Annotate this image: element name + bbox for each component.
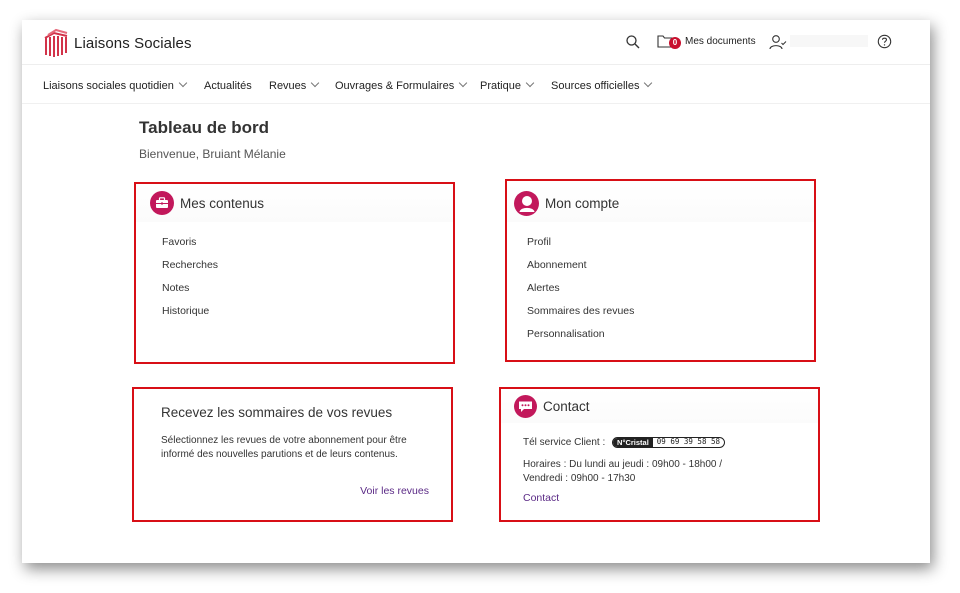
documents-label: Mes documents	[685, 35, 756, 47]
voir-les-revues-link[interactable]: Voir les revues	[360, 485, 429, 497]
link-abonnement[interactable]: Abonnement	[527, 259, 634, 282]
briefcase-icon	[150, 191, 174, 215]
hours-line-1: Horaires : Du lundi au jeudi : 09h00 - 1…	[523, 459, 723, 470]
link-notes[interactable]: Notes	[162, 282, 218, 305]
nav-item-sources-officielles[interactable]: Sources officielles	[551, 78, 653, 92]
nav-label: Sources officielles	[551, 80, 640, 92]
card-title: Mes contenus	[180, 195, 265, 211]
link-sommaires-des-revues[interactable]: Sommaires des revues	[527, 305, 634, 328]
link-favoris[interactable]: Favoris	[162, 236, 218, 259]
chevron-down-icon	[525, 78, 535, 88]
link-alertes[interactable]: Alertes	[527, 282, 634, 305]
top-header: Liaisons Sociales 0 Mes documents	[22, 20, 930, 65]
chat-bubble-icon	[514, 394, 537, 418]
sommaires-card: Recevez les sommaires de vos revues Séle…	[132, 387, 453, 522]
phone-line: Tél service Client : N°Cristal 09 69 39 …	[523, 436, 726, 450]
link-recherches[interactable]: Recherches	[162, 259, 218, 282]
chevron-down-icon	[644, 78, 653, 88]
user-icon	[514, 190, 539, 216]
link-personnalisation[interactable]: Personnalisation	[527, 328, 634, 351]
chevron-down-icon	[311, 78, 320, 88]
link-historique[interactable]: Historique	[162, 305, 218, 328]
chevron-down-icon	[178, 78, 188, 88]
brand-logo[interactable]: Liaisons Sociales	[42, 28, 192, 58]
link-profil[interactable]: Profil	[527, 236, 634, 259]
phone-number: 09 69 39 58 58	[656, 437, 721, 447]
card-title: Recevez les sommaires de vos revues	[161, 405, 393, 420]
nav-label: Revues	[269, 80, 307, 92]
sommaires-description: Sélectionnez les revues de votre abonnem…	[161, 435, 407, 460]
documents-button[interactable]: 0 Mes documents	[657, 33, 756, 49]
main-nav: Liaisons sociales quotidien Actualités R…	[22, 66, 930, 104]
nav-item-ouvrages-formulaires[interactable]: Ouvrages & Formulaires	[335, 78, 468, 92]
mes-contenus-card: Mes contenus Favoris Recherches Notes Hi…	[134, 182, 455, 364]
user-name-field[interactable]	[790, 35, 868, 47]
page-title: Tableau de bord	[139, 118, 270, 137]
help-circle-icon[interactable]	[877, 34, 892, 49]
nav-label: Actualités	[204, 80, 252, 92]
card-header: Contact	[501, 389, 818, 423]
contact-card: Contact Tél service Client : N°Cristal 0…	[499, 387, 820, 522]
mon-compte-links: Profil Abonnement Alertes Sommaires des …	[527, 236, 634, 351]
browser-window: Liaisons Sociales 0 Mes documents Liaiso…	[22, 20, 930, 563]
nav-item-liaisons-sociales-quotidien[interactable]: Liaisons sociales quotidien	[43, 78, 188, 92]
nav-item-pratique[interactable]: Pratique	[480, 78, 535, 92]
nav-item-actualites[interactable]: Actualités	[204, 80, 252, 92]
card-title: Mon compte	[545, 195, 620, 211]
cristal-phone-badge[interactable]: N°Cristal 09 69 39 58 58	[612, 436, 726, 448]
search-icon[interactable]	[625, 34, 641, 50]
documents-count-badge: 0	[669, 37, 681, 49]
phone-label: Tél service Client :	[523, 437, 606, 448]
nav-item-revues[interactable]: Revues	[269, 78, 320, 92]
welcome-message: Bienvenue, Bruiant Mélanie	[139, 147, 286, 161]
nav-label: Liaisons sociales quotidien	[43, 80, 174, 92]
card-title: Contact	[543, 398, 590, 414]
mes-contenus-links: Favoris Recherches Notes Historique	[162, 236, 218, 328]
card-header: Mon compte	[507, 184, 814, 222]
cristal-label: N°Cristal	[613, 437, 653, 447]
nav-label: Ouvrages & Formulaires	[335, 80, 455, 92]
card-header: Mes contenus	[136, 184, 453, 222]
mon-compte-card: Mon compte Profil Abonnement Alertes Som…	[505, 179, 816, 362]
user-check-icon[interactable]	[769, 34, 787, 50]
chevron-down-icon	[458, 78, 468, 88]
logo-icon	[44, 28, 68, 57]
hours-line-2: Vendredi : 09h00 - 17h30	[523, 473, 636, 484]
nav-label: Pratique	[480, 80, 521, 92]
brand-name: Liaisons Sociales	[74, 34, 192, 52]
contact-link[interactable]: Contact	[523, 492, 559, 504]
